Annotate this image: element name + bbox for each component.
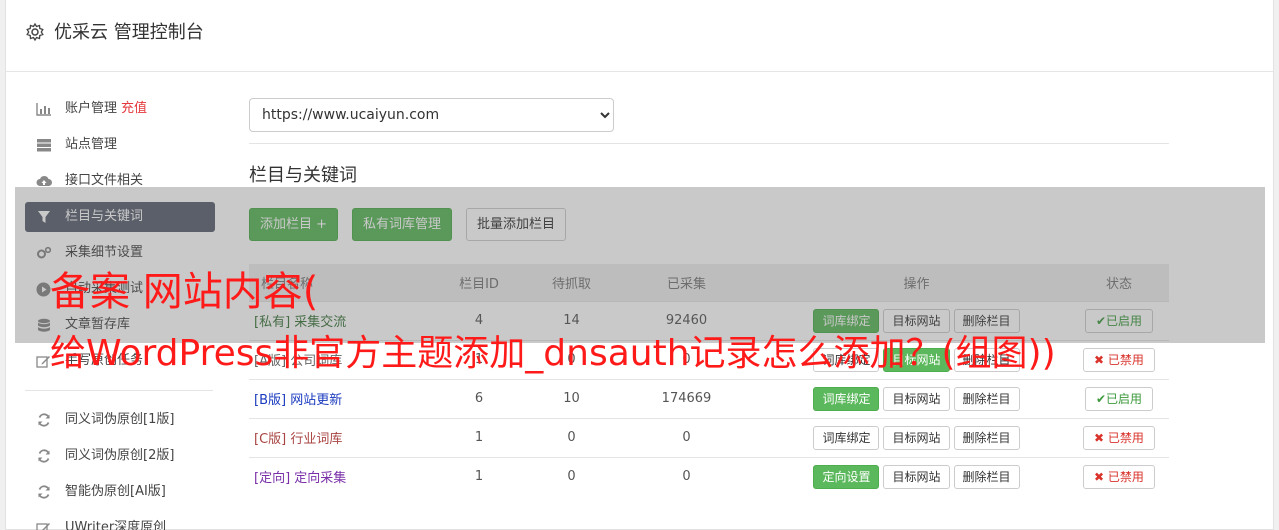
collected-count: 174669 <box>609 378 764 418</box>
sidebar-item-label: 站点管理 <box>65 137 118 152</box>
sidebar-item-label: UWriter深度原创 <box>65 520 167 530</box>
pending-count[interactable]: 0 <box>534 417 609 457</box>
sidebar-item-label: 同义词伪原创[2版] <box>65 448 175 463</box>
sidebar-item-label: 接口文件相关 <box>65 173 144 188</box>
column-tag: [B版] <box>254 393 287 408</box>
sidebar-item-account[interactable]: 账户管理 充值 <box>25 94 215 124</box>
close-icon: ✖ <box>1094 430 1108 445</box>
target-site-button[interactable]: 目标网站 <box>883 464 950 489</box>
column-id: 6 <box>424 378 534 418</box>
collected-count: 0 <box>609 417 764 457</box>
refresh-icon <box>35 484 52 500</box>
status-cell: ✖ 已禁用 <box>1069 456 1169 496</box>
status-label: 已禁用 <box>1107 430 1144 445</box>
server-icon <box>35 137 52 153</box>
close-icon: ✖ <box>1094 469 1108 484</box>
main-content: https://www.ucaiyun.com 栏目与关键词 添加栏目 + 私有… <box>249 98 1169 496</box>
delete-column-button[interactable]: 删除栏目 <box>953 425 1020 450</box>
status-cell: ✖ 已禁用 <box>1069 417 1169 457</box>
sidebar-item-synonym-1[interactable]: 同义词伪原创[1版] <box>25 405 215 435</box>
pending-count[interactable]: 10 <box>534 378 609 418</box>
pending-count[interactable]: 0 <box>534 456 609 496</box>
column-tag: [C版] <box>254 432 287 447</box>
section-title: 栏目与关键词 <box>249 165 357 186</box>
column-name-link[interactable]: 网站更新 <box>290 393 342 408</box>
ops-cell: 定向设置 目标网站 删除栏目 <box>764 456 1069 496</box>
column-name-cell: [定向] 定向采集 <box>249 456 424 496</box>
table-row: [定向] 定向采集 1 0 0 定向设置 目标网站 删除栏目 ✖ 已禁用 <box>249 456 1169 496</box>
column-tag: [定向] <box>254 471 291 487</box>
refresh-icon <box>35 448 52 464</box>
page-title: 优采云 管理控制台 <box>54 22 204 43</box>
sidebar-divider <box>25 390 213 391</box>
target-site-button[interactable]: 目标网站 <box>883 386 950 411</box>
column-id: 1 <box>424 456 534 496</box>
divider <box>249 143 1169 144</box>
watermark-text-1: 备案 网站内容( <box>50 269 319 315</box>
table-row: [B版] 网站更新 6 10 174669 词库绑定 目标网站 删除栏目 ✔已启… <box>249 378 1169 418</box>
status-toggle[interactable]: ✖ 已禁用 <box>1083 425 1155 450</box>
table-row: [C版] 行业词库 1 0 0 词库绑定 目标网站 删除栏目 ✖ 已禁用 <box>249 417 1169 457</box>
sidebar-item-label: 账户管理 <box>65 101 118 116</box>
sidebar-item-ai[interactable]: 智能伪原创[AI版] <box>25 477 215 507</box>
status-toggle[interactable]: ✔已启用 <box>1084 386 1154 411</box>
sidebar-item-sites[interactable]: 站点管理 <box>25 130 215 160</box>
refresh-icon <box>35 412 52 428</box>
column-name-link[interactable]: 行业词库 <box>290 432 342 447</box>
gear-icon <box>26 22 44 42</box>
status-toggle[interactable]: ✖ 已禁用 <box>1083 347 1155 372</box>
sidebar-item-uwriter[interactable]: UWriter深度原创 <box>25 513 215 530</box>
sidebar-item-synonym-2[interactable]: 同义词伪原创[2版] <box>25 441 215 471</box>
recharge-link[interactable]: 充值 <box>121 101 147 116</box>
directed-settings-button[interactable]: 定向设置 <box>813 464 880 489</box>
status-label: 已启用 <box>1106 391 1143 406</box>
edit-icon <box>35 520 52 530</box>
status-cell: ✔已启用 <box>1069 378 1169 418</box>
bind-lexicon-button[interactable]: 词库绑定 <box>813 425 880 450</box>
sidebar-item-label: 同义词伪原创[1版] <box>65 412 175 427</box>
column-name-link[interactable]: 定向采集 <box>294 471 346 486</box>
site-select[interactable]: https://www.ucaiyun.com <box>249 98 614 132</box>
delete-column-button[interactable]: 删除栏目 <box>953 386 1020 411</box>
status-label: 已禁用 <box>1107 352 1144 367</box>
status-label: 已禁用 <box>1107 469 1144 484</box>
close-icon: ✖ <box>1094 352 1108 367</box>
column-id: 1 <box>424 417 534 457</box>
ops-cell: 词库绑定 目标网站 删除栏目 <box>764 417 1069 457</box>
status-cell: ✖ 已禁用 <box>1069 339 1169 379</box>
ops-cell: 词库绑定 目标网站 删除栏目 <box>764 378 1069 418</box>
sidebar-item-label: 智能伪原创[AI版] <box>65 484 166 499</box>
watermark-text-2: 给WordPress非官方主题添加_dnsauth记录怎么添加？(组图)) <box>50 333 1056 374</box>
target-site-button[interactable]: 目标网站 <box>883 425 950 450</box>
header: 优采云 管理控制台 <box>6 0 1273 72</box>
bar-chart-icon <box>35 101 52 117</box>
column-name-cell: [B版] 网站更新 <box>249 378 424 418</box>
column-name-cell: [C版] 行业词库 <box>249 417 424 457</box>
delete-column-button[interactable]: 删除栏目 <box>953 464 1020 489</box>
collected-count: 0 <box>609 456 764 496</box>
status-toggle[interactable]: ✖ 已禁用 <box>1083 464 1155 489</box>
watermark-overlay <box>15 187 1265 343</box>
check-icon: ✔ <box>1095 391 1107 406</box>
bind-lexicon-button[interactable]: 词库绑定 <box>813 386 880 411</box>
